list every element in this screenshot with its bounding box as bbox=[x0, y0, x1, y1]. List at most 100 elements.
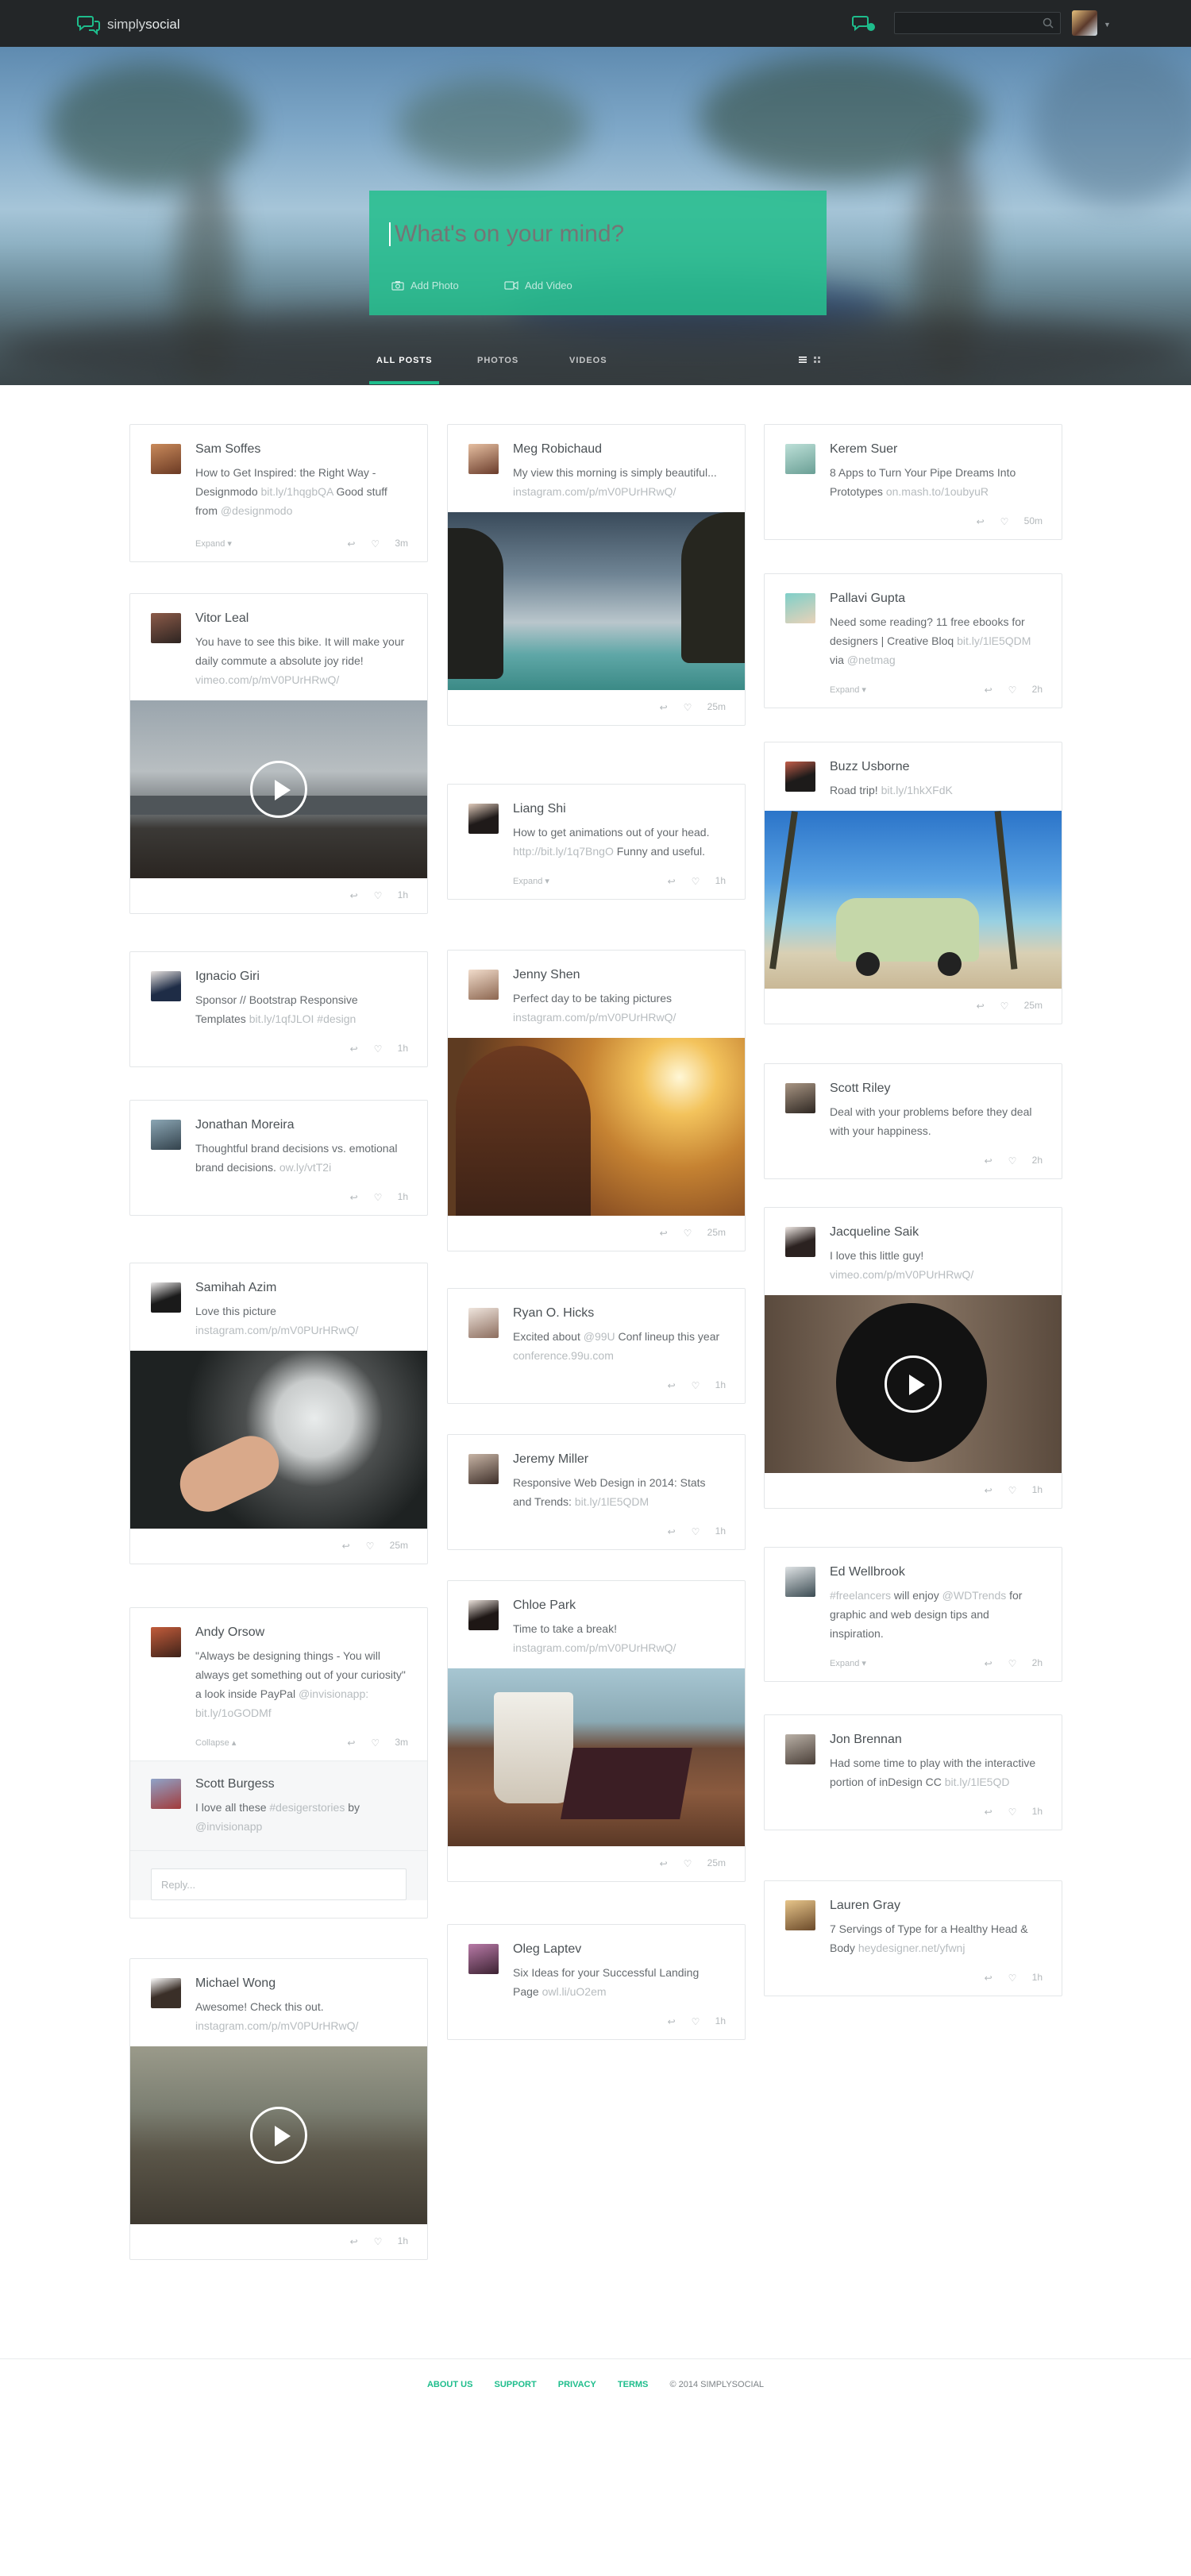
author-name[interactable]: Buzz Usborne bbox=[830, 760, 1041, 774]
author-name[interactable]: Ed Wellbrook bbox=[830, 1565, 1041, 1579]
reply-icon[interactable]: ↩ bbox=[660, 1228, 671, 1239]
post-image[interactable] bbox=[765, 811, 1062, 989]
mention-link[interactable]: @netmag bbox=[847, 654, 896, 666]
avatar[interactable] bbox=[468, 970, 499, 1000]
reply-icon[interactable]: ↩ bbox=[985, 1658, 996, 1669]
post-link[interactable]: http://bit.ly/1q7BngO bbox=[513, 845, 614, 858]
author-name[interactable]: Samihah Azim bbox=[195, 1281, 407, 1295]
post-link[interactable]: instagram.com/p/mV0PUrHRwQ/ bbox=[195, 2019, 358, 2032]
avatar[interactable] bbox=[468, 1308, 499, 1338]
play-icon[interactable] bbox=[250, 2107, 307, 2164]
reply-icon[interactable]: ↩ bbox=[985, 1155, 996, 1167]
reply-icon[interactable]: ↩ bbox=[668, 1526, 679, 1537]
mention-link[interactable]: @99U bbox=[584, 1330, 615, 1343]
messages-icon[interactable] bbox=[852, 14, 877, 37]
avatar[interactable] bbox=[468, 1600, 499, 1630]
collapse-toggle[interactable]: Collapse ▴ bbox=[195, 1737, 236, 1748]
author-name[interactable]: Jacqueline Saik bbox=[830, 1225, 1041, 1240]
terms-link[interactable]: TERMS bbox=[618, 2380, 649, 2389]
heart-icon[interactable]: ♡ bbox=[1000, 1001, 1012, 1012]
privacy-link[interactable]: PRIVACY bbox=[558, 2380, 596, 2389]
hashtag-link[interactable]: #desigerstories bbox=[269, 1801, 345, 1814]
author-name[interactable]: Lauren Gray bbox=[830, 1899, 1041, 1913]
post-link[interactable]: instagram.com/p/mV0PUrHRwQ/ bbox=[513, 1011, 676, 1024]
post-link[interactable]: conference.99u.com bbox=[513, 1349, 614, 1362]
heart-icon[interactable]: ♡ bbox=[1000, 516, 1012, 527]
avatar[interactable] bbox=[785, 1083, 815, 1113]
avatar[interactable] bbox=[151, 1120, 181, 1150]
mention-link[interactable]: @designmodo bbox=[221, 504, 293, 517]
reply-icon[interactable]: ↩ bbox=[977, 1001, 988, 1012]
post-link[interactable]: vimeo.com/p/mV0PUrHRwQ/ bbox=[830, 1268, 973, 1281]
avatar[interactable] bbox=[785, 762, 815, 792]
post-image[interactable] bbox=[130, 1351, 427, 1529]
reply-icon[interactable]: ↩ bbox=[350, 2236, 361, 2247]
post-image[interactable] bbox=[448, 1668, 745, 1846]
reply-icon[interactable]: ↩ bbox=[977, 516, 988, 527]
chevron-down-icon[interactable]: ▼ bbox=[1104, 21, 1111, 29]
avatar[interactable] bbox=[785, 1567, 815, 1597]
user-avatar[interactable] bbox=[1072, 10, 1097, 36]
support-link[interactable]: SUPPORT bbox=[494, 2380, 536, 2389]
reply-icon[interactable]: ↩ bbox=[347, 538, 358, 550]
avatar[interactable] bbox=[785, 1227, 815, 1257]
post-video[interactable] bbox=[765, 1295, 1062, 1473]
grid-view-icon[interactable] bbox=[813, 356, 821, 364]
post-video[interactable] bbox=[130, 700, 427, 878]
post-link[interactable]: bit.ly/1hqgbQA bbox=[261, 485, 333, 498]
reply-input[interactable]: Reply... bbox=[151, 1868, 407, 1900]
avatar[interactable] bbox=[151, 1282, 181, 1313]
play-icon[interactable] bbox=[885, 1355, 942, 1413]
heart-icon[interactable]: ♡ bbox=[371, 538, 382, 550]
list-view-icon[interactable] bbox=[799, 356, 807, 364]
reply-icon[interactable]: ↩ bbox=[985, 1972, 996, 1984]
author-name[interactable]: Jenny Shen bbox=[513, 968, 724, 982]
tab-videos[interactable]: VIDEOS bbox=[569, 356, 607, 365]
play-icon[interactable] bbox=[250, 761, 307, 818]
post-link[interactable]: ow.ly/vtT2i bbox=[279, 1161, 331, 1174]
avatar[interactable] bbox=[151, 1779, 181, 1809]
post-link[interactable]: on.mash.to/1oubyuR bbox=[886, 485, 989, 498]
post-link[interactable]: instagram.com/p/mV0PUrHRwQ/ bbox=[513, 485, 676, 498]
heart-icon[interactable]: ♡ bbox=[1008, 1972, 1019, 1984]
reply-icon[interactable]: ↩ bbox=[668, 876, 679, 887]
post-link[interactable]: owl.li/uO2em bbox=[542, 1985, 607, 1998]
heart-icon[interactable]: ♡ bbox=[1008, 1155, 1019, 1167]
logo[interactable]: simplysocial bbox=[77, 14, 180, 35]
heart-icon[interactable]: ♡ bbox=[1008, 1658, 1019, 1669]
author-name[interactable]: Oleg Laptev bbox=[513, 1942, 724, 1957]
expand-toggle[interactable]: Expand ▾ bbox=[830, 684, 866, 695]
avatar[interactable] bbox=[468, 804, 499, 834]
author-name[interactable]: Jeremy Miller bbox=[513, 1452, 724, 1467]
add-photo-button[interactable]: Add Photo bbox=[391, 280, 459, 291]
author-name[interactable]: Jon Brennan bbox=[830, 1733, 1041, 1747]
avatar[interactable] bbox=[468, 1454, 499, 1484]
heart-icon[interactable]: ♡ bbox=[366, 1541, 377, 1552]
reply-icon[interactable]: ↩ bbox=[985, 1807, 996, 1818]
reply-icon[interactable]: ↩ bbox=[985, 684, 996, 696]
author-name[interactable]: Jonathan Moreira bbox=[195, 1118, 407, 1132]
heart-icon[interactable]: ♡ bbox=[371, 1737, 382, 1749]
heart-icon[interactable]: ♡ bbox=[1008, 1485, 1019, 1496]
author-name[interactable]: Pallavi Gupta bbox=[830, 592, 1041, 606]
heart-icon[interactable]: ♡ bbox=[374, 1192, 385, 1203]
author-name[interactable]: Ignacio Giri bbox=[195, 970, 407, 984]
author-name[interactable]: Michael Wong bbox=[195, 1976, 407, 1991]
heart-icon[interactable]: ♡ bbox=[1008, 1807, 1019, 1818]
about-link[interactable]: ABOUT US bbox=[427, 2380, 472, 2389]
heart-icon[interactable]: ♡ bbox=[684, 702, 695, 713]
avatar[interactable] bbox=[785, 1734, 815, 1764]
avatar[interactable] bbox=[468, 444, 499, 474]
post-link[interactable]: bit.ly/1lE5QDM bbox=[957, 634, 1031, 647]
mention-link[interactable]: @invisionapp bbox=[195, 1820, 262, 1833]
avatar[interactable] bbox=[151, 1627, 181, 1657]
reply-icon[interactable]: ↩ bbox=[985, 1485, 996, 1496]
post-link[interactable]: instagram.com/p/mV0PUrHRwQ/ bbox=[195, 1324, 358, 1336]
avatar[interactable] bbox=[151, 971, 181, 1001]
reply-icon[interactable]: ↩ bbox=[347, 1737, 358, 1749]
author-name[interactable]: Sam Soffes bbox=[195, 442, 407, 457]
author-name[interactable]: Chloe Park bbox=[513, 1598, 724, 1613]
author-name[interactable]: Kerem Suer bbox=[830, 442, 1041, 457]
post-link[interactable]: bit.ly/1qfJLOI #design bbox=[249, 1012, 357, 1025]
expand-toggle[interactable]: Expand ▾ bbox=[830, 1658, 866, 1668]
